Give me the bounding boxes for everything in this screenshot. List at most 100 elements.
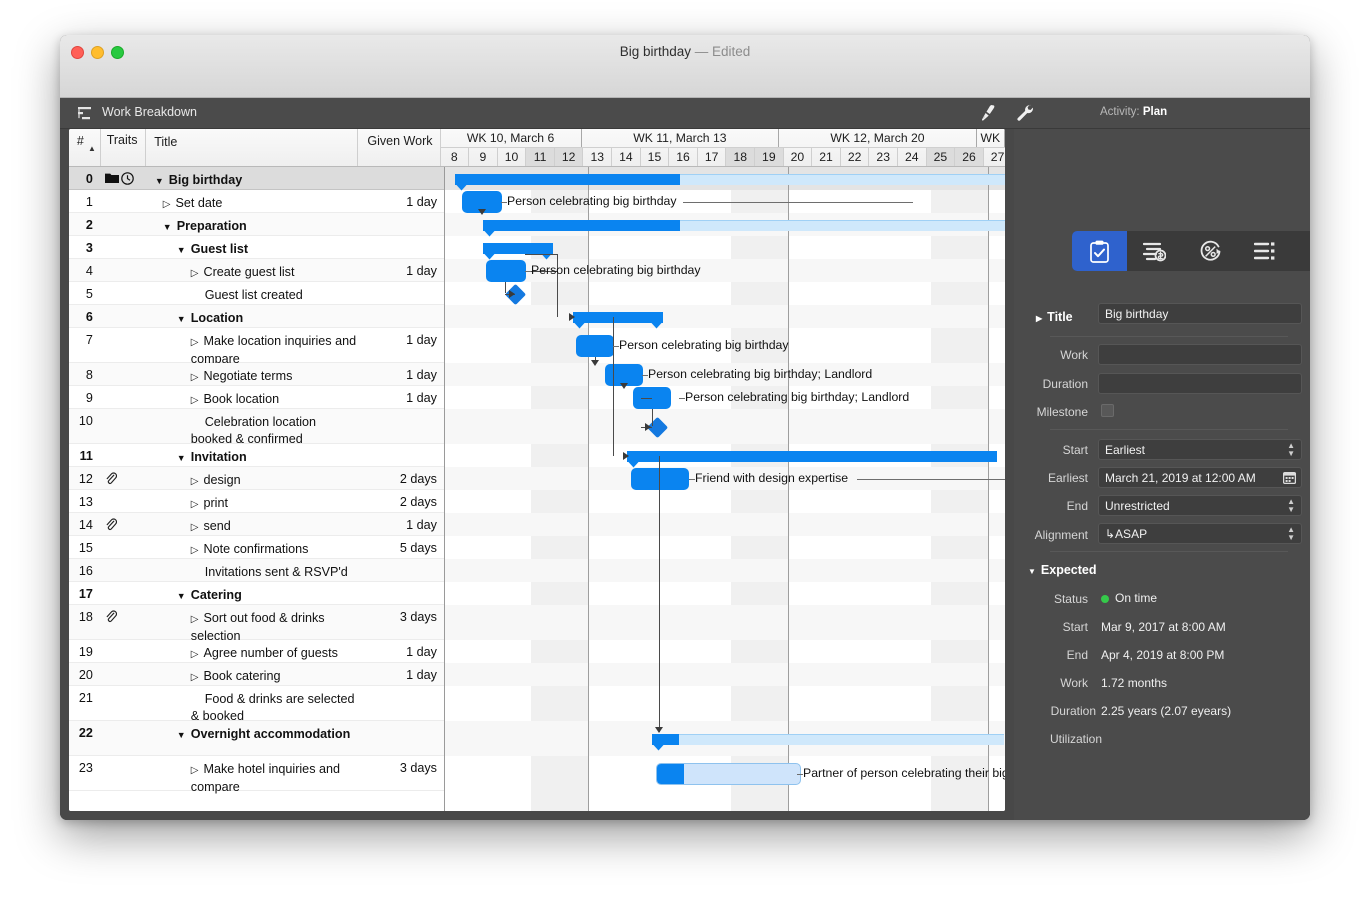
task-bar[interactable] bbox=[576, 334, 614, 357]
disclosure-triangle-right-icon[interactable]: ▷ bbox=[191, 474, 199, 490]
row-given-work bbox=[360, 721, 444, 755]
disclosure-triangle-down-icon[interactable]: ▼ bbox=[177, 450, 186, 466]
table-row[interactable]: 22 ▼ Overnight accommodation bbox=[69, 721, 444, 756]
disclosure-triangle-right-icon[interactable]: ▷ bbox=[191, 647, 199, 663]
table-row[interactable]: 3 ▼ Guest list bbox=[69, 236, 444, 259]
table-row[interactable]: 6 ▼ Location bbox=[69, 305, 444, 328]
summary-bar[interactable] bbox=[483, 219, 680, 231]
table-row[interactable]: 18 ▷ Sort out food & drinks selection 3 day… bbox=[69, 605, 444, 643]
column-header-number[interactable]: # ▲ bbox=[69, 129, 101, 166]
disclosure-triangle-right-icon[interactable]: ▷ bbox=[191, 266, 199, 282]
task-bar[interactable] bbox=[633, 386, 671, 409]
timeline-day-cell: 14 bbox=[612, 148, 641, 166]
row-number: 1 bbox=[85, 195, 93, 209]
table-row[interactable]: 20 ▷ Book catering 1 day bbox=[69, 663, 444, 686]
table-row[interactable]: 14 ▷ send 1 day bbox=[69, 513, 444, 536]
label-leader-line bbox=[689, 478, 695, 480]
work-input[interactable] bbox=[1098, 344, 1302, 365]
table-row[interactable]: 4 ▷ Create guest list 1 day bbox=[69, 259, 444, 282]
disclosure-triangle-down-icon[interactable]: ▼ bbox=[177, 242, 186, 258]
disclosure-triangle-right-icon[interactable]: ▷ bbox=[191, 370, 199, 386]
alignment-select[interactable]: ↳ASAP ▲ ▼ bbox=[1098, 523, 1302, 544]
disclosure-triangle-right-icon[interactable]: ▷ bbox=[191, 520, 199, 536]
table-row[interactable]: 17 ▼ Catering bbox=[69, 582, 444, 605]
row-title: ▷ send bbox=[147, 513, 360, 535]
table-row[interactable]: 10 ▼Celebration location booked & confirm… bbox=[69, 409, 444, 446]
table-row[interactable]: 23 ▷ Make hotel inquiries and compare 3 day… bbox=[69, 756, 444, 794]
expected-work-label: Work bbox=[1060, 676, 1088, 690]
tab-progress[interactable] bbox=[1182, 231, 1237, 271]
title-input[interactable]: Big birthday bbox=[1098, 303, 1302, 324]
table-row[interactable]: 15 ▷ Note confirmations 5 days bbox=[69, 536, 444, 559]
row-number: 0 bbox=[85, 172, 93, 186]
tab-costs[interactable] bbox=[1127, 231, 1182, 271]
dependency-arrow bbox=[620, 382, 628, 389]
disclosure-triangle-right-icon[interactable]: ▷ bbox=[191, 497, 199, 513]
duration-input[interactable] bbox=[1098, 373, 1302, 394]
summary-bar[interactable] bbox=[573, 311, 663, 323]
wrench-icon[interactable] bbox=[1016, 104, 1034, 127]
row-title-text: Celebration location booked & confirmed bbox=[190, 415, 317, 446]
table-row[interactable]: 13 ▷ print 2 days bbox=[69, 490, 444, 513]
row-given-work: 2 days bbox=[399, 495, 437, 509]
task-bar[interactable] bbox=[656, 762, 801, 785]
column-header-given-work[interactable]: Given Work bbox=[358, 129, 441, 166]
disclosure-triangle-down-icon[interactable]: ▼ bbox=[177, 588, 186, 604]
table-row[interactable]: 7 ▷ Make location inquiries and compare 1 d… bbox=[69, 328, 444, 366]
disclosure-triangle-down-icon[interactable]: ▼ bbox=[155, 173, 164, 189]
summary-bar[interactable] bbox=[627, 450, 997, 462]
tab-attributes[interactable] bbox=[1238, 231, 1293, 271]
task-bar[interactable] bbox=[631, 467, 689, 490]
table-row[interactable]: 21 ▼Food & drinks are selected & booked bbox=[69, 686, 444, 723]
column-header-title[interactable]: Title bbox=[146, 129, 358, 166]
table-row[interactable]: 11 ▼ Invitation bbox=[69, 444, 444, 467]
disclosure-triangle-right-icon[interactable]: ▷ bbox=[191, 763, 199, 779]
disclosure-triangle-down-icon[interactable]: ▼ bbox=[163, 219, 172, 235]
disclosure-triangle-down-icon[interactable]: ▼ bbox=[177, 311, 186, 327]
milestone-checkbox[interactable] bbox=[1101, 404, 1114, 417]
table-row[interactable]: 8 ▷ Negotiate terms 1 day bbox=[69, 363, 444, 386]
inspector-title-section[interactable]: ▶ Title bbox=[1036, 310, 1073, 324]
gantt-row bbox=[445, 582, 1005, 605]
disclosure-triangle-right-icon[interactable]: ▷ bbox=[191, 335, 199, 351]
summary-bar[interactable] bbox=[455, 173, 680, 185]
tab-info[interactable] bbox=[1072, 231, 1128, 271]
table-row[interactable]: 9 ▷ Book location 1 day bbox=[69, 386, 444, 409]
column-header-traits-label: Traits bbox=[106, 133, 138, 147]
disclosure-triangle-right-icon[interactable]: ▷ bbox=[191, 670, 199, 686]
task-bar[interactable] bbox=[486, 259, 526, 282]
row-traits bbox=[101, 756, 147, 790]
row-given-work bbox=[360, 282, 444, 304]
window-titlebar: Big birthday — Edited + ▾ bbox=[60, 35, 1310, 129]
tab-notes[interactable] bbox=[1293, 231, 1310, 271]
disclosure-triangle-right-icon[interactable]: ▷ bbox=[163, 197, 171, 213]
row-given-work: 2 days bbox=[399, 472, 437, 486]
column-header-given-work-label: Given Work bbox=[367, 134, 433, 148]
expected-section-header[interactable]: ▼ Expected bbox=[1028, 563, 1097, 577]
row-number: 5 bbox=[85, 287, 93, 301]
table-row[interactable]: 0 ▼ Big birthday bbox=[69, 167, 444, 190]
column-header-traits[interactable]: Traits bbox=[101, 129, 147, 166]
disclosure-triangle-right-icon[interactable]: ▷ bbox=[191, 543, 199, 559]
table-row[interactable]: 5 ▼Guest list created bbox=[69, 282, 444, 305]
end-field-label: End bbox=[1066, 499, 1088, 513]
label-leader-line bbox=[797, 773, 803, 775]
table-row[interactable]: 19 ▷ Agree number of guests 1 day bbox=[69, 640, 444, 663]
calendar-icon[interactable] bbox=[1282, 471, 1297, 488]
table-row[interactable]: 2 ▼ Preparation bbox=[69, 213, 444, 236]
disclosure-triangle-right-icon[interactable]: ▷ bbox=[191, 393, 199, 409]
summary-bar-remaining bbox=[680, 219, 1005, 231]
table-row[interactable]: 16 ▼Invitations sent & RSVP'd bbox=[69, 559, 444, 582]
end-select[interactable]: Unrestricted ▲ ▼ bbox=[1098, 495, 1302, 516]
table-row[interactable]: 1 ▷ Set date 1 day bbox=[69, 190, 444, 213]
paintbrush-icon[interactable] bbox=[980, 104, 998, 127]
earliest-date-input[interactable]: March 21, 2019 at 12:00 AM bbox=[1098, 467, 1302, 488]
disclosure-triangle-down-icon[interactable]: ▼ bbox=[177, 727, 186, 743]
gantt-chart[interactable]: Person celebrating big birthday Person ce… bbox=[445, 167, 1005, 811]
timeline-day-cell: 25 bbox=[926, 148, 956, 166]
disclosure-triangle-right-icon[interactable]: ▷ bbox=[191, 612, 199, 628]
table-row[interactable]: 12 ▷ design 2 days bbox=[69, 467, 444, 490]
row-number: 10 bbox=[78, 414, 93, 428]
start-select[interactable]: Earliest ▲ ▼ bbox=[1098, 439, 1302, 460]
row-title-text: Overnight accommodation bbox=[190, 727, 351, 741]
